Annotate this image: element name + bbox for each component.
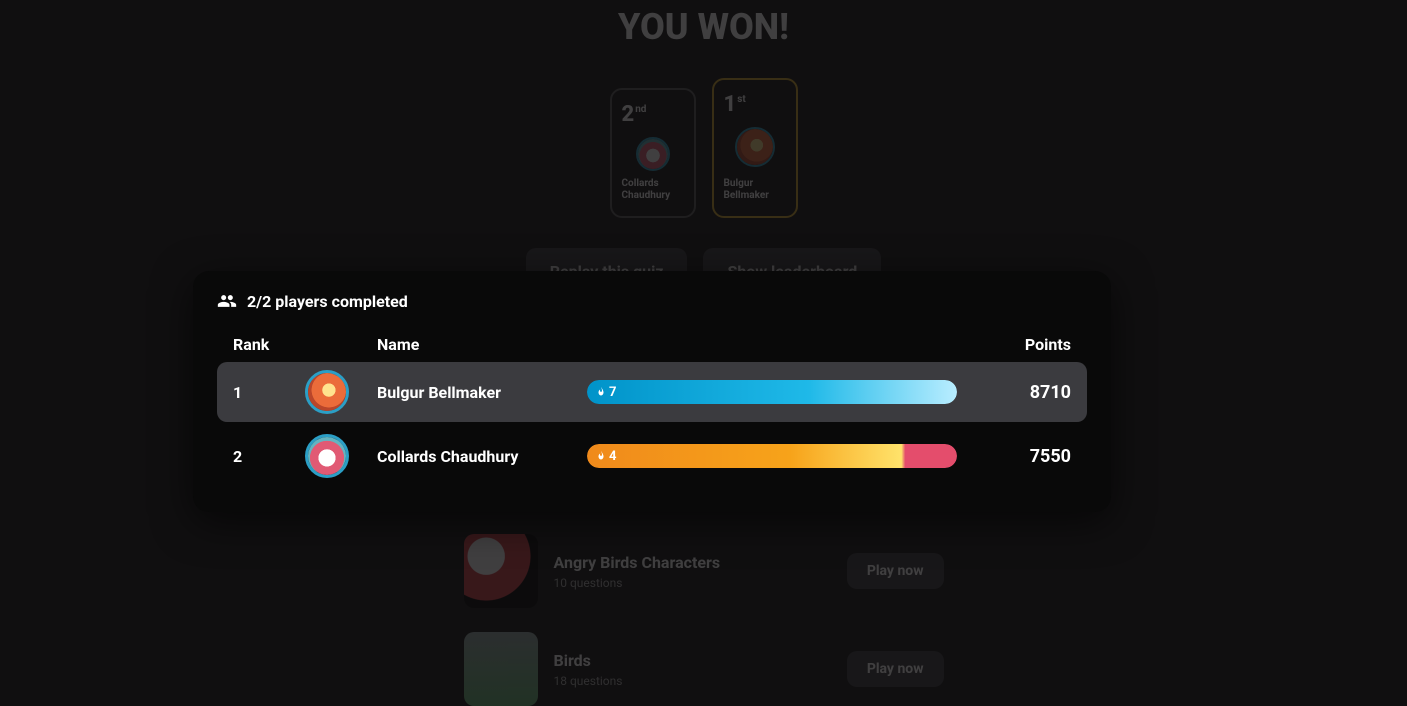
table-header: Rank Name Points	[217, 335, 1087, 354]
header-name: Name	[377, 335, 587, 354]
player-name: Collards Chaudhury	[377, 447, 587, 466]
podium-rank-suffix: st	[737, 94, 746, 105]
play-now-button[interactable]: Play now	[847, 553, 944, 589]
streak-value: 7	[595, 380, 616, 404]
player-avatar	[305, 370, 349, 414]
streak-bar: 4	[587, 444, 957, 468]
points-cell: 8710	[981, 382, 1071, 403]
quiz-thumbnail	[464, 632, 538, 706]
quiz-title: Angry Birds Characters	[554, 553, 831, 572]
podium-avatar	[636, 137, 670, 171]
podium-rank-num: 2	[622, 102, 635, 127]
podium-rank: 1 st	[724, 92, 746, 117]
fire-icon	[595, 386, 607, 398]
podium-rank-num: 1	[724, 92, 737, 117]
leaderboard-row: 1 Bulgur Bellmaker 7 8710	[217, 362, 1087, 422]
quiz-item: Angry Birds Characters 10 questions Play…	[464, 534, 944, 608]
header-rank: Rank	[233, 335, 305, 354]
fire-icon	[595, 450, 607, 462]
quiz-subtitle: 10 questions	[554, 576, 831, 590]
completion-text: 2/2 players completed	[247, 292, 408, 311]
podium: 2 nd Collards Chaudhury 1 st Bulgur Bell…	[610, 78, 798, 218]
users-icon	[217, 291, 237, 311]
streak-bar-cell: 4	[587, 444, 981, 468]
points-cell: 7550	[981, 446, 1071, 467]
rank-cell: 2	[233, 447, 305, 466]
quiz-subtitle: 18 questions	[554, 674, 831, 688]
podium-card-2: 2 nd Collards Chaudhury	[610, 88, 696, 218]
streak-bar: 7	[587, 380, 957, 404]
quiz-title: Birds	[554, 651, 831, 670]
podium-rank: 2 nd	[622, 102, 647, 127]
leaderboard-rows: 1 Bulgur Bellmaker 7 8710 2 Collards Chaudhur…	[217, 362, 1087, 486]
podium-name: Bulgur Bellmaker	[724, 178, 786, 202]
podium-avatar	[735, 127, 775, 167]
player-name: Bulgur Bellmaker	[377, 383, 587, 402]
modal-header: 2/2 players completed	[217, 291, 1087, 311]
play-now-button[interactable]: Play now	[847, 651, 944, 687]
avatar-cell	[305, 370, 377, 414]
quiz-item: Birds 18 questions Play now	[464, 632, 944, 706]
quiz-thumbnail	[464, 534, 538, 608]
podium-card-1: 1 st Bulgur Bellmaker	[712, 78, 798, 218]
rank-cell: 1	[233, 383, 305, 402]
podium-name: Collards Chaudhury	[622, 178, 684, 202]
leaderboard-modal: 2/2 players completed Rank Name Points 1…	[193, 271, 1111, 512]
streak-value: 4	[595, 444, 616, 468]
player-avatar	[305, 434, 349, 478]
you-won-title: YOU WON!	[618, 6, 789, 48]
header-points: Points	[981, 335, 1071, 354]
leaderboard-row: 2 Collards Chaudhury 4 7550	[217, 426, 1087, 486]
streak-bar-cell: 7	[587, 380, 981, 404]
podium-rank-suffix: nd	[635, 104, 646, 115]
avatar-cell	[305, 434, 377, 478]
